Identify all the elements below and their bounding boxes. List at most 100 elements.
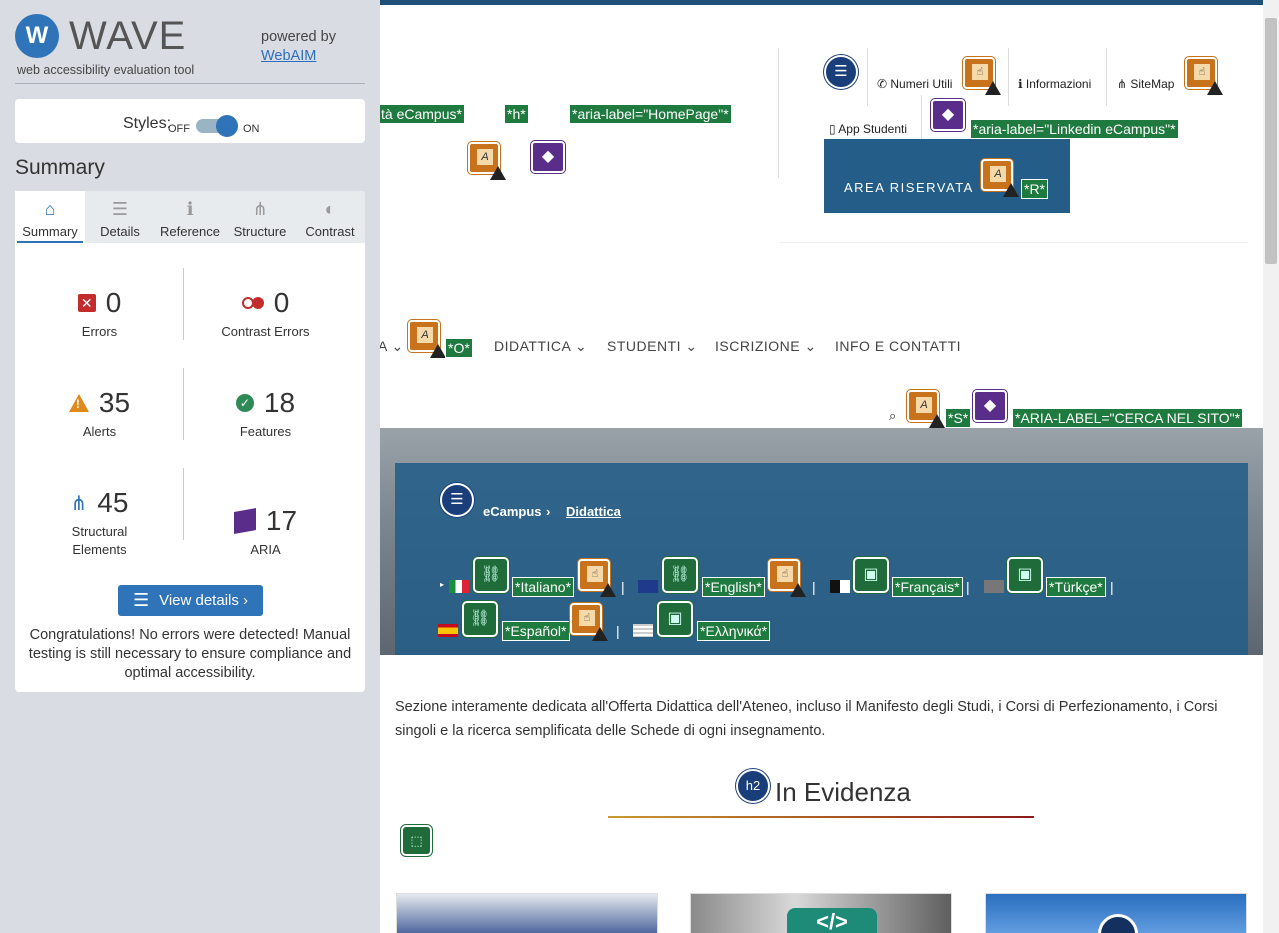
wave-linked-image-icon[interactable]: ⛓ bbox=[662, 557, 698, 593]
stat-structural[interactable]: ⋔ 45 Structural Elements bbox=[17, 485, 182, 559]
divider bbox=[15, 83, 365, 84]
lang-italiano[interactable]: *Italiano* bbox=[512, 577, 575, 597]
wave-image-icon[interactable]: ▣ bbox=[1007, 557, 1043, 593]
hero-banner: ☰ eCampus › Didattica ▸ ⛓ *Italiano* ☝ |… bbox=[380, 428, 1263, 655]
tab-contrast[interactable]: ◐ Contrast bbox=[295, 191, 365, 243]
aria-count: 17 bbox=[265, 505, 298, 536]
divider bbox=[780, 242, 1248, 243]
nav-item-iscrizione[interactable]: ISCRIZIONE ⌄ bbox=[715, 338, 817, 355]
lang-english[interactable]: *English* bbox=[702, 577, 765, 597]
list-icon: ☰ bbox=[132, 590, 150, 610]
contrast-count: 0 bbox=[273, 287, 290, 318]
divider: | bbox=[966, 579, 970, 595]
divider: | bbox=[616, 623, 620, 639]
wave-label-ecampus: tà eCampus* bbox=[380, 104, 465, 124]
tab-summary[interactable]: ⌂ Summary bbox=[15, 191, 85, 243]
sitemap-icon: ⋔ bbox=[1117, 77, 1131, 91]
features-count: 18 bbox=[263, 387, 296, 418]
tab-reference[interactable]: ℹ Reference bbox=[155, 191, 225, 243]
nav-item-info[interactable]: INFO E CONTATTI bbox=[835, 338, 961, 354]
site-topbar bbox=[380, 0, 1263, 5]
wave-image-icon[interactable]: ▣ bbox=[657, 601, 693, 637]
structure-icon: ⋔ bbox=[70, 492, 88, 515]
wave-label-linkedin[interactable]: *aria-label="Linkedin eCampus"* bbox=[970, 119, 1179, 139]
wave-label-r: *R* bbox=[1021, 179, 1049, 199]
wave-logo-icon: W bbox=[15, 14, 59, 58]
stat-alerts[interactable]: 35 Alerts bbox=[17, 385, 182, 441]
breadcrumb-current[interactable]: Didattica bbox=[566, 504, 621, 519]
styles-off-label: OFF bbox=[168, 123, 190, 135]
flag-italy-icon bbox=[449, 580, 469, 593]
aria-icon bbox=[233, 508, 256, 534]
flag-greece-icon bbox=[633, 624, 653, 637]
card-image[interactable]: </> bbox=[690, 893, 952, 933]
wave-linked-image-icon[interactable]: ⛓ bbox=[473, 557, 509, 593]
hero-overlay: ☰ eCampus › Didattica ▸ ⛓ *Italiano* ☝ |… bbox=[395, 463, 1248, 655]
lang-ellinika[interactable]: *Ελληνικά* bbox=[697, 621, 771, 641]
breadcrumb-home[interactable]: eCampus bbox=[483, 504, 542, 519]
structural-count: 45 bbox=[97, 487, 129, 518]
wave-alert-icon[interactable]: ☝ bbox=[570, 603, 608, 641]
stat-errors[interactable]: ✕ 0 Errors bbox=[17, 285, 182, 341]
card-image[interactable] bbox=[985, 893, 1247, 933]
wave-alert-icon[interactable]: A bbox=[907, 390, 945, 428]
wave-label-homepage[interactable]: *aria-label="HomePage"* bbox=[569, 104, 732, 124]
summary-panel: ⌂ Summary ☰ Details ℹ Reference ⋔ Struct… bbox=[15, 191, 365, 692]
wave-alert-icon[interactable]: ☝ bbox=[768, 559, 806, 597]
chevron-down-icon: ⌄ bbox=[804, 338, 817, 354]
wave-label-s: *S* bbox=[945, 408, 972, 428]
nav-item-partial[interactable]: A ⌄ bbox=[380, 338, 404, 355]
stat-contrast[interactable]: 0 Contrast Errors bbox=[183, 285, 348, 341]
lang-francais[interactable]: *Français* bbox=[892, 577, 963, 597]
wave-list-icon[interactable]: ☰ bbox=[824, 55, 858, 89]
wave-aria-tag-icon[interactable]: ◆ bbox=[931, 99, 965, 131]
wave-linked-image-icon[interactable]: ⛓ bbox=[462, 601, 498, 637]
nav-item-studenti[interactable]: STUDENTI ⌄ bbox=[607, 338, 698, 355]
wave-aria-tag-icon[interactable]: ◆ bbox=[531, 141, 565, 173]
check-icon: ✓ bbox=[235, 394, 254, 412]
webaim-link[interactable]: WebAIM bbox=[261, 48, 316, 64]
card-image[interactable] bbox=[396, 893, 658, 933]
wave-label-cerca[interactable]: *ARIA-LABEL="CERCA NEL SITO"* bbox=[1012, 408, 1244, 428]
intro-paragraph: Sezione interamente dedicata all'Offerta… bbox=[395, 699, 1218, 739]
chevron-down-icon: ⌄ bbox=[391, 338, 404, 354]
scrollbar-thumb[interactable] bbox=[1265, 18, 1277, 264]
nav-item-didattica[interactable]: DIDATTICA ⌄ bbox=[494, 338, 587, 355]
app-studenti-link[interactable]: ▯ App Studenti bbox=[829, 122, 907, 136]
lang-turkce[interactable]: *Türkçe* bbox=[1046, 577, 1106, 597]
view-details-label: View details › bbox=[159, 592, 249, 609]
wave-alert-icon[interactable]: ☝ bbox=[578, 559, 616, 597]
stat-features[interactable]: ✓ 18 Features bbox=[183, 385, 348, 441]
toggle-knob[interactable] bbox=[216, 115, 238, 137]
sitemap-link[interactable]: ⋔ SiteMap bbox=[1117, 77, 1174, 91]
stat-aria[interactable]: 17 ARIA bbox=[183, 503, 348, 559]
congrats-message: Congratulations! No errors were detected… bbox=[28, 627, 352, 681]
wave-image-icon[interactable]: ▣ bbox=[853, 557, 889, 593]
structural-label: Structural Elements bbox=[71, 524, 128, 557]
wave-heading-h2-icon[interactable]: h2 bbox=[736, 769, 770, 803]
sitemap-label: SiteMap bbox=[1130, 77, 1175, 91]
wave-carousel-icon[interactable]: ⬚ bbox=[401, 825, 432, 856]
tab-structure[interactable]: ⋔ Structure bbox=[225, 191, 295, 243]
informazioni-link[interactable]: ℹ Informazioni bbox=[1018, 77, 1091, 91]
mobile-icon: ▯ bbox=[829, 122, 839, 136]
area-riservata-button[interactable]: AREA RISERVATA bbox=[824, 139, 1070, 213]
view-details-button[interactable]: ☰ View details › bbox=[118, 585, 263, 616]
phone-icon: ✆ bbox=[877, 77, 891, 91]
wave-alert-icon[interactable]: A bbox=[981, 159, 1019, 197]
lang-espanol[interactable]: *Español* bbox=[502, 621, 570, 641]
site-content: tà eCampus* *h* *aria-label="HomePage"* … bbox=[380, 0, 1263, 933]
aria-label: ARIA bbox=[250, 542, 281, 557]
styles-toggle[interactable] bbox=[196, 115, 238, 137]
tab-label: Details bbox=[100, 224, 140, 239]
wave-list-icon[interactable]: ☰ bbox=[440, 483, 474, 517]
search-icon[interactable]: ⌕ bbox=[889, 408, 896, 424]
wave-alert-icon[interactable]: A bbox=[408, 320, 446, 358]
wave-aria-tag-icon[interactable]: ◆ bbox=[973, 390, 1007, 422]
numeri-utili-link[interactable]: ✆ Numeri Utili bbox=[877, 77, 952, 91]
tab-details[interactable]: ☰ Details bbox=[85, 191, 155, 243]
page-scrollbar[interactable] bbox=[1263, 0, 1279, 933]
wave-alert-icon[interactable]: ☝ bbox=[1185, 57, 1223, 95]
wave-alert-icon[interactable]: A bbox=[468, 142, 506, 180]
wave-alert-icon[interactable]: ☝ bbox=[963, 57, 1001, 95]
